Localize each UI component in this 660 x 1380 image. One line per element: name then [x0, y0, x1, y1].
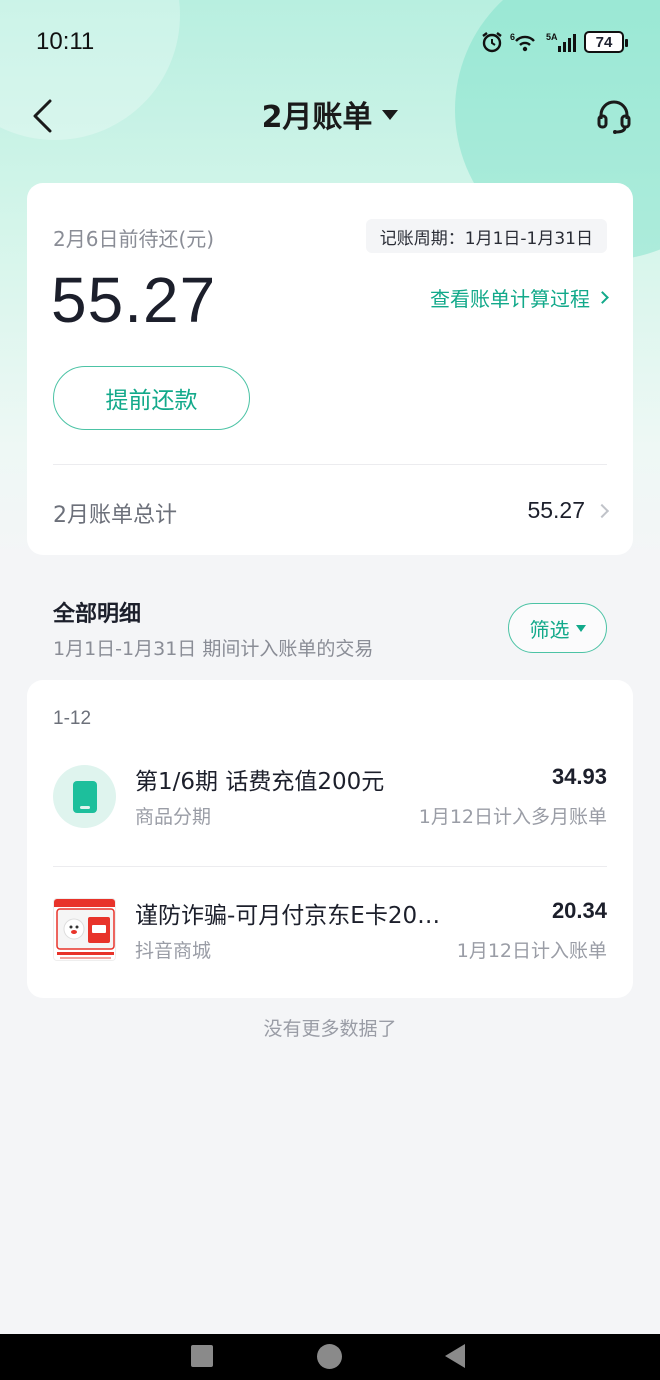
jd-card-thumbnail: [53, 898, 116, 961]
headset-icon: [597, 100, 631, 134]
battery-icon: 74: [584, 31, 628, 53]
due-label: 2月6日前待还(元): [53, 227, 215, 251]
svg-text:6: 6: [510, 32, 515, 42]
signal-5g-icon: 5A: [546, 30, 578, 54]
wifi-icon: 6: [510, 30, 540, 54]
filter-button[interactable]: 筛选: [508, 603, 607, 653]
status-icons: 6 5A 74: [480, 30, 628, 54]
details-title: 全部明细: [53, 602, 142, 627]
transaction-item[interactable]: 第1/6期 话费充值200元 商品分期 34.93 1月12日计入多月账单: [27, 762, 633, 842]
no-more-data-label: 没有更多数据了: [263, 1018, 397, 1040]
transactions-card: 1-12 第1/6期 话费充值200元 商品分期 34.93 1月12日计入多月…: [27, 680, 633, 998]
divider: [53, 866, 607, 867]
status-bar: 10:11 6 5A 74: [0, 0, 660, 86]
caret-down-icon: [382, 110, 399, 120]
recents-button[interactable]: [191, 1345, 213, 1367]
view-calculation-link[interactable]: 查看账单计算过程: [430, 283, 609, 312]
customer-service-button[interactable]: [594, 94, 634, 138]
bill-summary-card: 2月6日前待还(元) 记账周期：1月1日-1月31日 55.27 查看账单计算过…: [27, 183, 633, 555]
early-repay-button[interactable]: 提前还款: [53, 366, 250, 430]
system-nav-bar: [0, 1334, 660, 1380]
billing-cycle-tag: 记账周期：1月1日-1月31日: [365, 219, 607, 253]
transaction-title: 谨防诈骗-可月付京东E卡20…: [135, 903, 441, 929]
svg-text:5A: 5A: [546, 32, 558, 42]
transaction-title: 第1/6期 话费充值200元: [135, 769, 385, 795]
details-subtitle: 1月1日-1月31日 期间计入账单的交易: [53, 638, 374, 660]
page-title: 2月账单: [261, 100, 373, 135]
alarm-icon: [480, 30, 504, 54]
transaction-type: 商品分期: [135, 806, 212, 828]
status-time: 10:11: [36, 28, 95, 55]
date-group-label: 1-12: [53, 708, 92, 729]
view-calculation-label: 查看账单计算过程: [430, 287, 590, 311]
phone-icon: [53, 765, 116, 828]
bill-total-row[interactable]: 55.27: [527, 497, 610, 524]
caret-down-icon: [575, 624, 586, 632]
transaction-amount: 34.93: [551, 764, 607, 789]
transaction-item[interactable]: 谨防诈骗-可月付京东E卡20… 抖音商城 20.34 1月12日计入账单: [27, 896, 633, 976]
chevron-right-icon: [594, 503, 610, 518]
home-button[interactable]: [317, 1344, 342, 1369]
transaction-amount: 20.34: [551, 898, 607, 923]
bill-total-value: 55.27: [527, 497, 585, 523]
transaction-note: 1月12日计入多月账单: [418, 806, 607, 828]
system-back-button[interactable]: [445, 1344, 465, 1368]
bill-month-selector[interactable]: 2月账单: [0, 92, 660, 136]
divider: [53, 464, 607, 465]
chevron-right-icon: [596, 291, 609, 304]
filter-label: 筛选: [529, 617, 570, 642]
transaction-note: 1月12日计入账单: [456, 940, 607, 962]
transaction-merchant: 抖音商城: [135, 940, 212, 962]
due-amount: 55.27: [51, 264, 217, 336]
app-header: 2月账单: [0, 86, 660, 146]
bill-total-label: 2月账单总计: [53, 503, 177, 528]
